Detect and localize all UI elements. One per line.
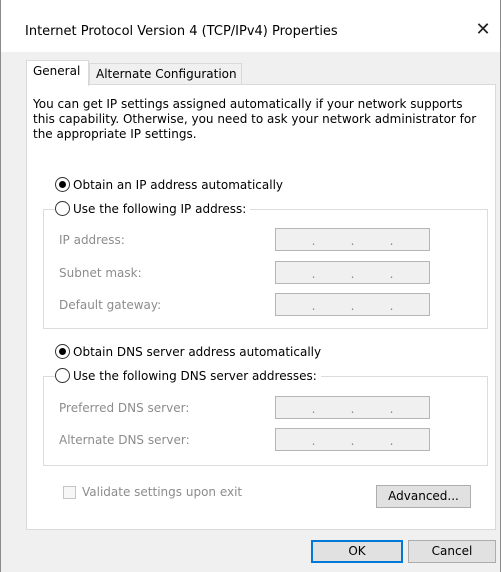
alternate-dns-input[interactable]: ... <box>275 428 430 451</box>
dns-groupbox <box>43 376 488 466</box>
ip-dot: . <box>389 234 394 248</box>
window-title: Internet Protocol Version 4 (TCP/IPv4) P… <box>25 24 338 39</box>
ip-dot: . <box>350 299 355 313</box>
close-icon[interactable]: ✕ <box>471 18 495 42</box>
alternate-dns-label: Alternate DNS server: <box>59 433 190 447</box>
ip-dot: . <box>389 299 394 313</box>
radio-use-following-dns[interactable]: Use the following DNS server addresses: <box>55 368 321 383</box>
radio-unselected-icon <box>55 201 70 216</box>
preferred-dns-label: Preferred DNS server: <box>59 401 190 415</box>
default-gateway-input[interactable]: ... <box>275 293 430 316</box>
ip-dot: . <box>350 402 355 416</box>
ip-dot: . <box>389 267 394 281</box>
radio-obtain-dns-auto[interactable]: Obtain DNS server address automatically <box>55 344 321 359</box>
ip-dot: . <box>350 234 355 248</box>
radio-use-following-ip[interactable]: Use the following IP address: <box>55 201 251 216</box>
title-bar: Internet Protocol Version 4 (TCP/IPv4) P… <box>1 0 500 52</box>
ip-dot: . <box>311 434 316 448</box>
subnet-mask-label: Subnet mask: <box>59 266 142 280</box>
advanced-button[interactable]: Advanced... <box>376 485 471 508</box>
radio-selected-icon <box>55 344 70 359</box>
validate-settings-label: Validate settings upon exit <box>82 485 243 499</box>
ok-button[interactable]: OK <box>311 540 403 563</box>
ip-dot: . <box>311 402 316 416</box>
tab-alternate-configuration[interactable]: Alternate Configuration <box>89 63 242 86</box>
default-gateway-label: Default gateway: <box>59 298 162 312</box>
dialog-window: Internet Protocol Version 4 (TCP/IPv4) P… <box>0 0 501 572</box>
radio-obtain-ip-auto-label: Obtain an IP address automatically <box>73 177 284 192</box>
radio-obtain-dns-auto-label: Obtain DNS server address automatically <box>73 344 322 359</box>
tab-general[interactable]: General <box>26 60 89 86</box>
radio-obtain-ip-auto[interactable]: Obtain an IP address automatically <box>55 177 283 192</box>
cancel-button[interactable]: Cancel <box>408 540 496 563</box>
preferred-dns-input[interactable]: ... <box>275 396 430 419</box>
ip-dot: . <box>311 267 316 281</box>
ip-address-input[interactable]: ... <box>275 228 430 251</box>
description-text: You can get IP settings assigned automat… <box>33 97 477 141</box>
radio-use-following-ip-label: Use the following IP address: <box>73 201 247 216</box>
subnet-mask-input[interactable]: ... <box>275 261 430 284</box>
ip-dot: . <box>389 434 394 448</box>
ip-dot: . <box>350 267 355 281</box>
ip-address-label: IP address: <box>59 233 125 247</box>
ip-dot: . <box>311 299 316 313</box>
ip-dot: . <box>350 434 355 448</box>
ip-dot: . <box>389 402 394 416</box>
checkbox-unchecked-icon <box>63 485 76 499</box>
radio-selected-icon <box>55 177 70 192</box>
validate-settings-checkbox[interactable]: Validate settings upon exit <box>63 485 242 499</box>
radio-use-following-dns-label: Use the following DNS server addresses: <box>73 368 317 383</box>
ip-dot: . <box>311 234 316 248</box>
radio-unselected-icon <box>55 368 70 383</box>
